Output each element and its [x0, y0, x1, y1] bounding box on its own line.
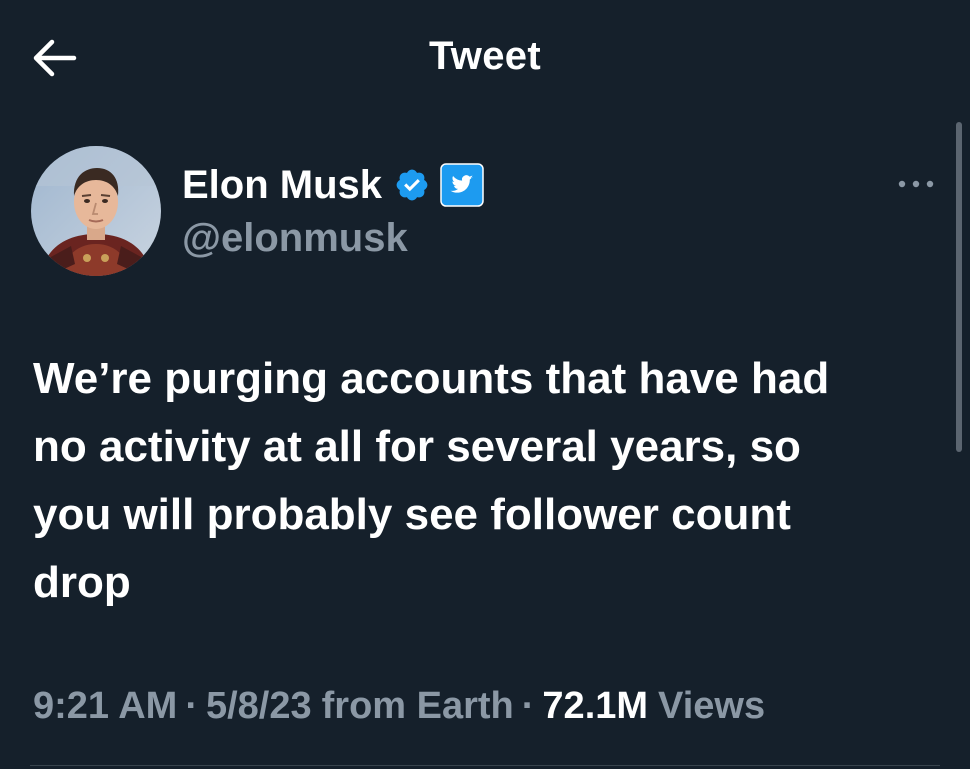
- more-options-button[interactable]: [888, 162, 944, 206]
- display-name[interactable]: Elon Musk: [182, 163, 382, 208]
- tweet-source: from Earth: [321, 684, 514, 727]
- scrollbar[interactable]: [956, 122, 962, 452]
- top-bar: Tweet: [0, 0, 970, 116]
- tweet-time[interactable]: 9:21 AM: [33, 685, 177, 728]
- twitter-bird-icon: [440, 163, 484, 207]
- author-handle[interactable]: @elonmusk: [182, 216, 408, 261]
- views-count[interactable]: 72.1M: [542, 685, 648, 728]
- meta-separator: ·: [185, 684, 198, 727]
- divider: [30, 765, 940, 766]
- meta-separator-2: ·: [521, 684, 535, 727]
- tweet-date[interactable]: 5/8/23: [206, 685, 312, 728]
- tweet-detail-screen: Tweet Elon Musk @elonmusk We’re purging …: [0, 0, 970, 769]
- views-label[interactable]: Views: [658, 685, 765, 728]
- tweet-text: We’re purging accounts that have had no …: [33, 354, 830, 607]
- tweet-meta: 9:21 AM · 5/8/23 from Earth · 72.1M View…: [33, 680, 765, 732]
- author-name-row[interactable]: Elon Musk: [182, 160, 484, 210]
- avatar[interactable]: [31, 146, 161, 276]
- more-dots-icon: [898, 180, 934, 188]
- page-title: Tweet: [429, 34, 541, 78]
- verified-badge-icon: [394, 167, 430, 203]
- avatar-image: [31, 146, 161, 276]
